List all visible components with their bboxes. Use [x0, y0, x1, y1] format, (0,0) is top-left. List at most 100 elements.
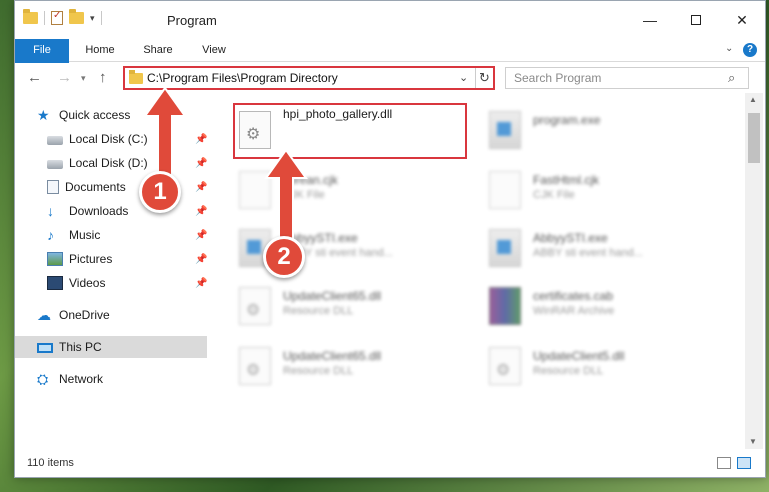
file-item[interactable]: program.exe [485, 103, 725, 159]
sidebar-item-label: Downloads [69, 204, 129, 218]
recent-locations-dropdown[interactable]: ▾ [81, 73, 86, 84]
exe-file-icon [489, 111, 521, 149]
file-type: Resource DLL [283, 365, 354, 377]
tab-home[interactable]: Home [75, 39, 125, 61]
refresh-button[interactable]: ↻ [475, 68, 493, 88]
sidebar-item-label: Videos [69, 276, 106, 290]
file-name: UpdateClient5.dll [533, 349, 625, 363]
cloud-icon: ☁ [37, 307, 51, 323]
drive-icon [47, 136, 63, 145]
arrow-annotation-2 [264, 150, 308, 243]
tab-share[interactable]: Share [133, 39, 183, 61]
file-name: UpdateClient65.dll [283, 289, 382, 303]
sidebar-item-label: Pictures [69, 252, 113, 266]
sidebar-item-label: Quick access [59, 108, 131, 122]
tab-view[interactable]: View [191, 39, 237, 61]
sidebar-item-label: Music [69, 228, 101, 242]
file-type: Resource DLL [533, 365, 604, 377]
item-count: 110 items [27, 457, 74, 469]
folder-icon [129, 70, 143, 84]
step-badge-1: 1 [139, 171, 181, 213]
sidebar-item-quick-access[interactable]: ★ Quick access [37, 104, 231, 126]
pin-icon[interactable]: 📌 [195, 206, 207, 217]
toolbar-divider [100, 11, 102, 25]
explorer-window: ▾ Program — ✕ File Home Share View ⌄ ? ←… [14, 0, 766, 478]
scroll-up-icon[interactable]: ▲ [749, 95, 757, 104]
expand-ribbon-icon[interactable]: ⌄ [725, 43, 733, 54]
search-input[interactable]: Search Program ⌕ [505, 67, 749, 89]
maximize-button[interactable] [673, 1, 719, 39]
minimize-button[interactable]: — [627, 1, 673, 39]
sidebar-item-label: OneDrive [59, 308, 110, 322]
dll-file-icon [239, 287, 271, 325]
file-item[interactable]: UpdateClient65.dll Resource DLL [235, 279, 475, 335]
sidebar-item-videos[interactable]: Videos 📌 [47, 272, 209, 294]
vertical-scrollbar[interactable]: ▲ ▼ [745, 93, 763, 449]
sidebar-item-label: Local Disk (D:) [69, 156, 148, 170]
close-button[interactable]: ✕ [719, 1, 765, 39]
address-path[interactable]: C:\Program Files\Program Directory [147, 71, 338, 85]
sidebar-item-downloads[interactable]: ↓ Downloads 📌 [47, 200, 209, 222]
dll-file-icon [239, 347, 271, 385]
download-arrow-icon: ↓ [47, 203, 54, 219]
sidebar-item-label: Network [59, 372, 104, 386]
sidebar-item-music[interactable]: ♪ Music 📌 [47, 224, 209, 246]
drive-icon [47, 160, 63, 169]
film-strip-icon [47, 276, 63, 290]
folder-icon [23, 9, 38, 24]
address-dropdown-button[interactable]: ⌄ [459, 71, 468, 84]
file-item[interactable]: FastHtml.cjk CJK File [485, 163, 725, 219]
details-view-icon[interactable] [717, 457, 731, 469]
sidebar-item-label: Local Disk (C:) [69, 132, 148, 146]
sidebar-item-onedrive[interactable]: ☁ OneDrive [37, 304, 209, 326]
customize-toolbar-dropdown[interactable]: ▾ [90, 13, 95, 24]
sidebar-item-label: Documents [65, 180, 126, 194]
maximize-icon [691, 15, 701, 25]
file-name: UpdateClient65.dll [283, 349, 382, 363]
exe-file-icon [489, 229, 521, 267]
forward-button[interactable]: → [57, 69, 72, 86]
arrow-annotation-1 [143, 88, 187, 177]
tiles-view-icon[interactable] [737, 457, 751, 469]
file-type: Resource DLL [283, 305, 354, 317]
sidebar-item-label: This PC [59, 340, 102, 354]
sidebar-item-pictures[interactable]: Pictures 📌 [47, 248, 209, 270]
properties-icon[interactable] [51, 10, 63, 25]
window-title: Program [167, 13, 217, 28]
address-bar[interactable]: C:\Program Files\Program Directory ⌄ ↻ [123, 66, 495, 90]
minimize-icon: — [643, 12, 657, 28]
pin-icon[interactable]: 📌 [195, 254, 207, 265]
search-placeholder: Search Program [514, 71, 602, 85]
documents-icon [47, 180, 59, 194]
file-item[interactable]: UpdateClient65.dll Resource DLL [235, 339, 475, 395]
network-icon: ⛭ [37, 371, 49, 387]
up-button[interactable]: ↑ [99, 69, 107, 86]
file-type: WinRAR Archive [533, 305, 615, 317]
close-icon: ✕ [736, 11, 748, 28]
sidebar-item-documents[interactable]: Documents 📌 [47, 176, 209, 198]
pin-icon[interactable]: 📌 [195, 278, 207, 289]
music-note-icon: ♪ [47, 227, 54, 243]
star-icon: ★ [37, 107, 50, 123]
file-item[interactable]: AbbyySTI.exe ABBY sti event hand... [485, 221, 725, 277]
address-row: ← → ▾ ↑ C:\Program Files\Program Directo… [15, 63, 765, 93]
search-icon[interactable]: ⌕ [728, 70, 735, 86]
file-item[interactable]: certificates.cab WinRAR Archive [485, 279, 725, 335]
pin-icon[interactable]: 📌 [195, 230, 207, 241]
status-bar: 110 items [15, 449, 765, 477]
pin-icon[interactable]: 📌 [195, 182, 207, 193]
file-name: program.exe [533, 113, 601, 127]
scroll-down-icon[interactable]: ▼ [749, 437, 757, 446]
pin-icon[interactable]: 📌 [195, 134, 207, 145]
pin-icon[interactable]: 📌 [195, 158, 207, 169]
sidebar-item-network[interactable]: ⛭ Network [37, 368, 209, 390]
file-item[interactable]: UpdateClient5.dll Resource DLL [485, 339, 725, 395]
toolbar-divider [44, 11, 45, 25]
file-name: certificates.cab [533, 289, 614, 303]
help-icon[interactable]: ? [743, 43, 757, 57]
back-button[interactable]: ← [27, 69, 42, 86]
sidebar-item-this-pc[interactable]: This PC [15, 336, 207, 358]
computer-icon [37, 343, 53, 353]
scroll-thumb[interactable] [748, 113, 760, 163]
new-folder-icon[interactable] [69, 9, 84, 24]
